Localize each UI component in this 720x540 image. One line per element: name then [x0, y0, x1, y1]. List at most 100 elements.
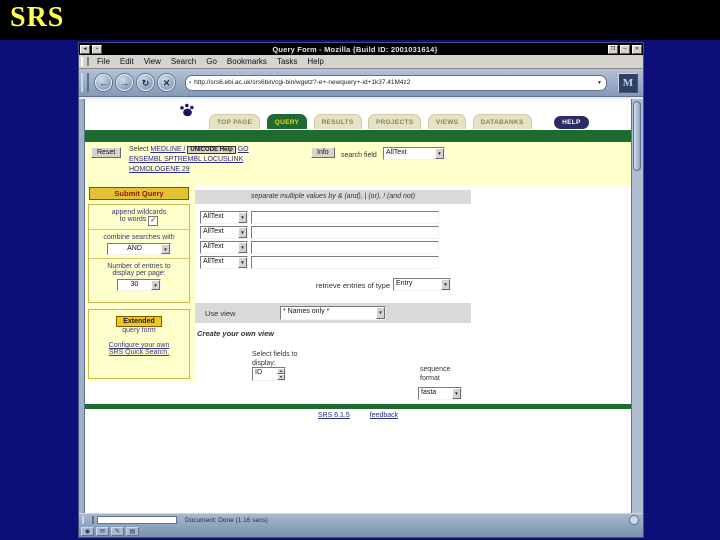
spin-down-icon[interactable]: ▼: [277, 374, 285, 380]
restore-icon[interactable]: ❐: [608, 44, 618, 54]
tab-results[interactable]: RESULTS: [313, 114, 362, 129]
page-tab-strip: TOP PAGE QUERY RESULTS PROJECTS VIEWS DA…: [209, 111, 591, 129]
combine-option: combine searches with AND ▼: [89, 230, 189, 259]
entries-per-page-option: Number of entries to display per page: 3…: [89, 259, 189, 294]
menu-go[interactable]: Go: [201, 57, 222, 66]
wildcards-checkbox[interactable]: ✓: [148, 216, 159, 226]
menu-edit[interactable]: Edit: [115, 57, 139, 66]
url-text[interactable]: http://srs6.ebi.ac.uk/srs6bin/cgi-bin/wg…: [194, 79, 593, 86]
menu-bar: File Edit View Search Go Bookmarks Tasks…: [79, 55, 643, 69]
navigation-toolbar: ← → ↻ ✕ ▪ http://srs6.ebi.ac.uk/srs6bin/…: [79, 69, 643, 97]
window-menu-icon[interactable]: ◄: [80, 44, 90, 54]
retrieve-type-select[interactable]: Entry ▼: [393, 278, 451, 291]
query-term-input-3[interactable]: [251, 241, 439, 254]
submit-query-button[interactable]: Submit Query: [89, 187, 189, 200]
chevron-down-icon[interactable]: ▼: [441, 279, 450, 290]
feedback-link[interactable]: feedback: [370, 412, 398, 419]
query-field-select-4[interactable]: AllText ▼: [200, 256, 248, 269]
retrieve-type-label: retrieve entries of type: [315, 281, 390, 290]
url-bar[interactable]: ▪ http://srs6.ebi.ac.uk/srs6bin/cgi-bin/…: [185, 74, 607, 91]
forward-icon[interactable]: →: [116, 74, 133, 91]
chevron-down-icon[interactable]: ▼: [238, 227, 247, 238]
browser-window: ◄ ▪ Query Form - Mozilla {Build ID: 2001…: [78, 42, 644, 538]
menu-view[interactable]: View: [139, 57, 166, 66]
use-view-select[interactable]: * Names only * ▼: [280, 306, 386, 320]
databank-links-line2[interactable]: ENSEMBL SPTREMBL LOCUSLINK: [129, 156, 243, 163]
menubar-grip[interactable]: [81, 57, 89, 66]
throbber-icon[interactable]: M: [618, 72, 638, 93]
bookmark-icon: ▪: [189, 79, 192, 86]
wildcards-option: append wildcards to words ✓: [89, 205, 189, 230]
srs-version-link[interactable]: SRS 6.1.5: [318, 412, 350, 419]
create-view-link[interactable]: Create your own view: [197, 329, 274, 338]
statusbar-grip[interactable]: [82, 516, 94, 524]
minimize-icon[interactable]: ─: [620, 44, 630, 54]
query-field-select-2[interactable]: AllText ▼: [200, 226, 248, 239]
page-footer: SRS 6.1.5 feedback: [85, 412, 631, 419]
info-button[interactable]: Info: [311, 147, 335, 158]
menu-tasks[interactable]: Tasks: [272, 57, 302, 66]
navigator-icon[interactable]: ◉: [81, 527, 94, 536]
medline-link[interactable]: MEDLINE /: [150, 146, 185, 153]
window-shade-icon[interactable]: ▪: [92, 44, 102, 54]
window-title: Query Form - Mozilla {Build ID: 20010316…: [272, 44, 438, 54]
extended-form-box: Extended query form Configure your own SR…: [88, 309, 190, 379]
green-divider-top: [85, 130, 631, 142]
combine-select[interactable]: AND ▼: [107, 243, 171, 255]
online-status-icon[interactable]: [629, 515, 639, 525]
select-prefix-label: Select: [129, 146, 149, 153]
chevron-down-icon[interactable]: ▼: [376, 307, 385, 319]
tab-top-page[interactable]: TOP PAGE: [209, 114, 261, 129]
chevron-down-icon[interactable]: ▼: [238, 257, 247, 268]
chevron-down-icon[interactable]: ▼: [452, 388, 461, 399]
fields-listbox[interactable]: ID ▲ ▼: [252, 367, 286, 381]
quick-search-link[interactable]: Configure your own SRS Quick Search.: [109, 342, 170, 356]
reset-button[interactable]: Reset: [91, 147, 122, 158]
query-term-input-4[interactable]: [251, 256, 439, 269]
chevron-down-icon[interactable]: ▼: [161, 244, 170, 254]
search-field-select[interactable]: AllText ▼: [383, 147, 445, 160]
query-options-sidebar: Submit Query append wildcards to words ✓…: [85, 185, 195, 381]
stop-icon[interactable]: ✕: [158, 74, 175, 91]
addressbook-icon[interactable]: ▤: [126, 527, 139, 536]
tab-projects[interactable]: PROJECTS: [367, 114, 422, 129]
chevron-down-icon[interactable]: ▼: [238, 242, 247, 253]
databank-links-line3[interactable]: HOMOLOGENE 29: [129, 166, 190, 173]
sequence-format-select[interactable]: fasta ▼: [418, 387, 462, 400]
extended-query-button[interactable]: Extended: [116, 316, 162, 327]
chevron-down-icon[interactable]: ▼: [238, 212, 247, 223]
mail-icon[interactable]: ✉: [96, 527, 109, 536]
tab-views[interactable]: VIEWS: [427, 114, 467, 129]
menu-file[interactable]: File: [92, 57, 115, 66]
reload-icon[interactable]: ↻: [137, 74, 154, 91]
tab-query[interactable]: QUERY: [266, 114, 308, 129]
url-dropdown-icon[interactable]: ▼: [593, 80, 606, 86]
menu-bookmarks[interactable]: Bookmarks: [222, 57, 272, 66]
vertical-scrollbar[interactable]: [631, 99, 643, 513]
fields-spinner[interactable]: ▲ ▼: [277, 368, 285, 380]
select-fields-label: Select fields to display:: [252, 351, 298, 367]
query-term-input-1[interactable]: [251, 211, 439, 224]
unicode-help-button[interactable]: UNICODE Help: [187, 146, 236, 154]
query-field-select-1[interactable]: AllText ▼: [200, 211, 248, 224]
query-options-box: append wildcards to words ✓ combine sear…: [88, 204, 190, 303]
status-text: Document: Done (1.16 secs): [185, 516, 268, 524]
tab-help[interactable]: HELP: [554, 116, 589, 129]
chevron-down-icon[interactable]: ▼: [435, 148, 444, 159]
operators-note: separate multiple values by & (and), | (…: [195, 190, 471, 204]
navbar-grip[interactable]: [81, 73, 89, 92]
chevron-down-icon[interactable]: ▼: [151, 280, 160, 290]
go-link[interactable]: GO: [238, 146, 249, 153]
per-page-select[interactable]: 30 ▼: [117, 279, 161, 291]
composer-icon[interactable]: ✎: [111, 527, 124, 536]
tab-databanks[interactable]: DATABANKS: [472, 114, 532, 129]
menu-search[interactable]: Search: [166, 57, 201, 66]
slide-header-band: [0, 0, 720, 40]
query-term-input-2[interactable]: [251, 226, 439, 239]
close-icon[interactable]: ✕: [632, 44, 642, 54]
use-view-label: Use view: [205, 309, 236, 318]
menu-help[interactable]: Help: [302, 57, 328, 66]
query-field-select-3[interactable]: AllText ▼: [200, 241, 248, 254]
back-icon[interactable]: ←: [95, 74, 112, 91]
scrollbar-thumb[interactable]: [633, 101, 641, 171]
